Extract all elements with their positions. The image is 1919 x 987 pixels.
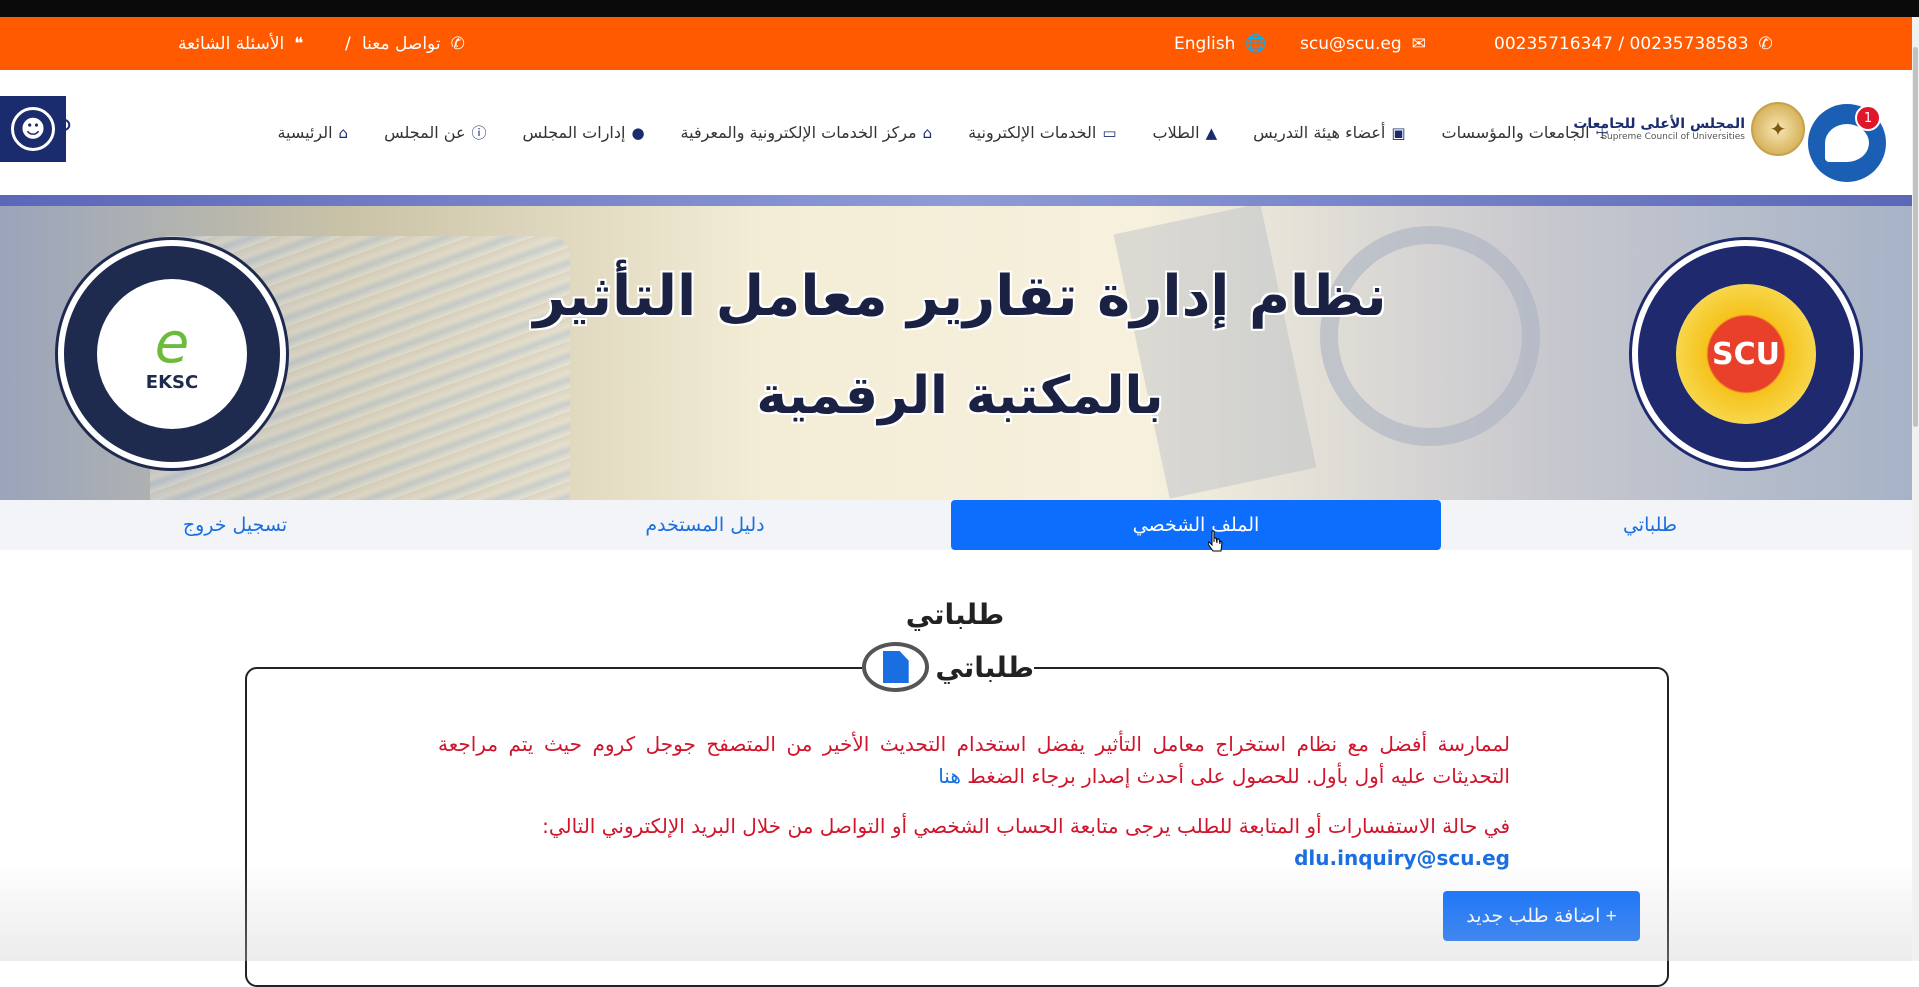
language-switch[interactable]: 🌐 English	[1174, 17, 1267, 70]
language-label: English	[1174, 33, 1236, 54]
page-scrollbar[interactable]	[1912, 17, 1919, 961]
email-contact[interactable]: ✉ scu@scu.eg	[1300, 17, 1426, 70]
accessibility-icon: ☻	[11, 107, 55, 151]
browser-notice-text: لممارسة أفضل مع نظام استخراج معامل التأث…	[438, 732, 1510, 788]
os-top-strip	[0, 0, 1919, 17]
building-icon: ⌂	[922, 123, 933, 142]
nav-item-students[interactable]: ▲ الطلاب	[1153, 123, 1218, 142]
users-icon: ●	[631, 123, 645, 142]
contact-us-label: تواصل معنا	[362, 33, 441, 54]
globe-icon: 🌐	[1245, 33, 1267, 54]
envelope-icon: ✉	[1411, 33, 1426, 54]
banner-title-line1: نظام إدارة تقارير معامل التأثير	[533, 264, 1387, 329]
eksc-logo: e EKSC	[58, 240, 286, 468]
home-icon: ⌂	[338, 123, 349, 142]
nav-item-faculty[interactable]: ▣ أعضاء هيئة التدريس	[1253, 123, 1405, 142]
laptop-icon: ▭	[1102, 123, 1117, 142]
contact-us-link[interactable]: ✆ تواصل معنا	[362, 17, 465, 70]
nav-item-departments[interactable]: ● إدارات المجلس	[523, 123, 645, 142]
tab-logout[interactable]: تسجيل خروج	[40, 500, 430, 550]
tab-user-guide[interactable]: دليل المستخدم	[520, 500, 890, 550]
browser-notice: لممارسة أفضل مع نظام استخراج معامل التأث…	[438, 728, 1510, 792]
phone-contact[interactable]: ✆ 00235738583 / 00235716347	[1494, 17, 1773, 70]
logo-english-text: Supreme Council of Universities	[1601, 132, 1745, 142]
phone-numbers: 00235738583 / 00235716347	[1494, 33, 1749, 54]
nav-item-eksc[interactable]: ⌂ مركز الخدمات الإلكترونية والمعرفية	[681, 123, 933, 142]
eksc-logo-label: EKSC	[145, 371, 199, 393]
banner-top-line	[0, 195, 1912, 206]
search-icon[interactable]: ⚲	[56, 116, 72, 141]
nav-item-home[interactable]: ⌂ الرئيسية	[277, 123, 348, 142]
eagle-emblem-icon: ✦	[1751, 102, 1805, 156]
tab-profile[interactable]: الملف الشخصي	[951, 500, 1441, 550]
faq-label: الأسئلة الشائعة	[178, 33, 285, 54]
hero-banner: نظام إدارة تقارير معامل التأثير بالمكتبة…	[0, 206, 1912, 500]
inquiry-notice: في حالة الاستفسارات أو المتابعة للطلب ير…	[438, 810, 1510, 874]
nav-item-eservices[interactable]: ▭ الخدمات الإلكترونية	[968, 123, 1116, 142]
nav-menu: ⌂ الرئيسية ⓘ عن المجلس ● إدارات المجلس ⌂ مرك…	[277, 70, 1609, 195]
tab-my-requests[interactable]: طلباتي	[1440, 500, 1860, 550]
nav-item-about[interactable]: ⓘ عن المجلس	[384, 122, 486, 143]
account-tabs: طلباتي الملف الشخصي دليل المستخدم تسجيل …	[0, 500, 1912, 550]
top-contact-bar: ✆ 00235738583 / 00235716347 ✉ scu@scu.eg…	[0, 17, 1919, 70]
page-title: طلباتي	[905, 598, 1005, 631]
scu-logo-label: SCU	[1676, 284, 1816, 424]
scu-round-logo: SCU	[1632, 240, 1860, 468]
email-text: scu@scu.eg	[1300, 33, 1402, 54]
eksc-e-icon: e	[154, 310, 190, 376]
info-icon: ⓘ	[471, 124, 487, 142]
banner-title-line2: بالمكتبة الرقمية	[756, 366, 1164, 426]
inquiry-email-link[interactable]: dlu.inquiry@scu.eg	[438, 842, 1510, 874]
file-icon	[862, 642, 930, 692]
teacher-icon: ▣	[1391, 123, 1406, 142]
logo-arabic-text: المجلس الأعلى للجامعات	[1573, 116, 1745, 132]
section-title: طلباتي	[935, 650, 1034, 684]
inquiry-notice-text: في حالة الاستفسارات أو المتابعة للطلب ير…	[542, 814, 1510, 838]
separator: /	[345, 33, 351, 54]
scrollbar-thumb[interactable]	[1913, 47, 1918, 427]
add-new-request-button[interactable]: + اضافة طلب جديد	[1443, 891, 1640, 941]
phone-icon: ✆	[1758, 33, 1773, 54]
chat-notification-badge: 1	[1855, 105, 1881, 131]
download-here-link[interactable]: هنا	[938, 764, 961, 788]
faq-link[interactable]: ❝ الأسئلة الشائعة	[178, 17, 303, 70]
panel-legend: طلباتي	[862, 642, 1034, 692]
document-graphic	[1113, 206, 1317, 499]
graduation-cap-icon: ▲	[1205, 123, 1218, 142]
phone-icon: ✆	[450, 33, 465, 54]
quote-icon: ❝	[294, 33, 304, 54]
scu-logo[interactable]: ✦ المجلس الأعلى للجامعات Supreme Council…	[1573, 102, 1805, 156]
mouse-cursor-icon	[1208, 530, 1223, 552]
